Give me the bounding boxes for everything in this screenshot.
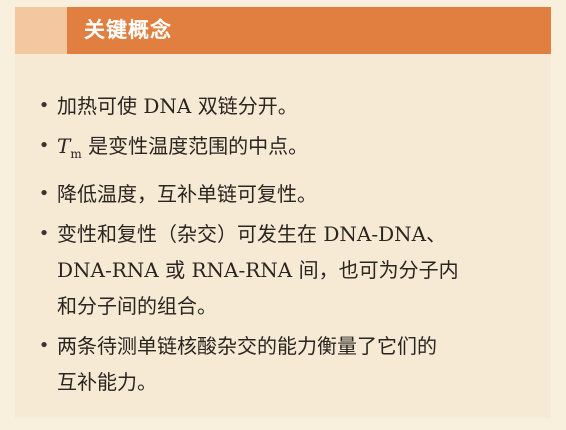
list-item: • 两条待测单链核酸杂交的能力衡量了它们的 互补能力。 — [35, 328, 545, 400]
list-item-line: 互补能力。 — [57, 370, 157, 394]
concept-list: • 加热可使 DNA 双链分开。 • Tm 是变性温度范围的中点。 • 降低温度… — [35, 88, 545, 404]
list-item-text: 加热可使 DNA 双链分开。 — [57, 94, 298, 118]
list-item: • Tm 是变性温度范围的中点。 — [35, 128, 545, 172]
header-tab-decoration — [15, 7, 67, 54]
tm-symbol: Tm — [57, 134, 82, 161]
list-item: • 变性和复性（杂交）可发生在 DNA-DNA、 DNA-RNA 或 RNA-R… — [35, 216, 545, 324]
list-item-text: 降低温度，互补单链可复性。 — [57, 182, 317, 206]
list-item-line: DNA-RNA 或 RNA-RNA 间，也可为分子内 — [57, 258, 459, 282]
list-item: • 加热可使 DNA 双链分开。 — [35, 88, 545, 124]
section-title: 关键概念 — [84, 18, 172, 42]
key-concepts-box: 关键概念 • 加热可使 DNA 双链分开。 • Tm 是变性温度范围的中点。 •… — [0, 0, 566, 430]
bullet-icon: • — [38, 335, 50, 356]
list-item-line: 两条待测单链核酸杂交的能力衡量了它们的 — [57, 334, 437, 358]
list-item-text: Tm 是变性温度范围的中点。 — [57, 134, 309, 161]
bullet-icon: • — [38, 223, 50, 244]
bullet-icon: • — [38, 95, 50, 116]
bullet-icon: • — [38, 135, 50, 156]
list-item: • 降低温度，互补单链可复性。 — [35, 176, 545, 212]
bullet-icon: • — [38, 183, 50, 204]
list-item-line: 和分子间的组合。 — [57, 294, 217, 318]
list-item-line: 变性和复性（杂交）可发生在 DNA-DNA、 — [57, 222, 447, 246]
